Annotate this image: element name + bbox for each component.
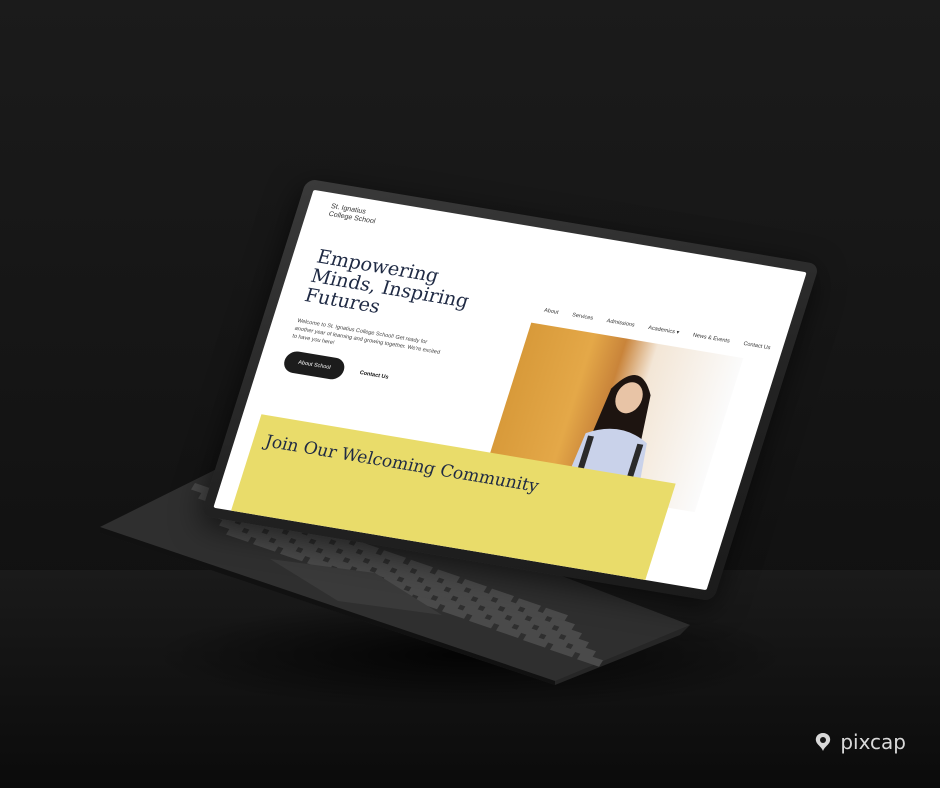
nav-academics[interactable]: Academics ▾ — [647, 325, 680, 336]
nav-contact[interactable]: Contact Us — [742, 341, 771, 351]
nav-academics-label: Academics — [647, 325, 676, 336]
hero-title: Empowering Minds, Inspiring Futures — [301, 245, 472, 318]
nav-about[interactable]: About — [543, 308, 559, 316]
nav-news-events[interactable]: News & Events — [692, 333, 731, 345]
nav-admissions[interactable]: Admissions — [606, 318, 636, 328]
chevron-down-icon: ▾ — [675, 329, 680, 337]
contact-us-link[interactable]: Contact Us — [359, 370, 389, 381]
pixcap-logo-icon — [816, 733, 831, 751]
pixcap-text: pixcap — [840, 730, 906, 754]
school-logo-text[interactable]: St. Ignatius College School — [327, 203, 391, 228]
about-school-button[interactable]: About School — [281, 349, 348, 381]
nav-services[interactable]: Services — [571, 312, 594, 321]
pixcap-watermark: pixcap — [812, 730, 906, 754]
laptop-screen: St. Ignatius College School About Servic… — [213, 189, 807, 591]
